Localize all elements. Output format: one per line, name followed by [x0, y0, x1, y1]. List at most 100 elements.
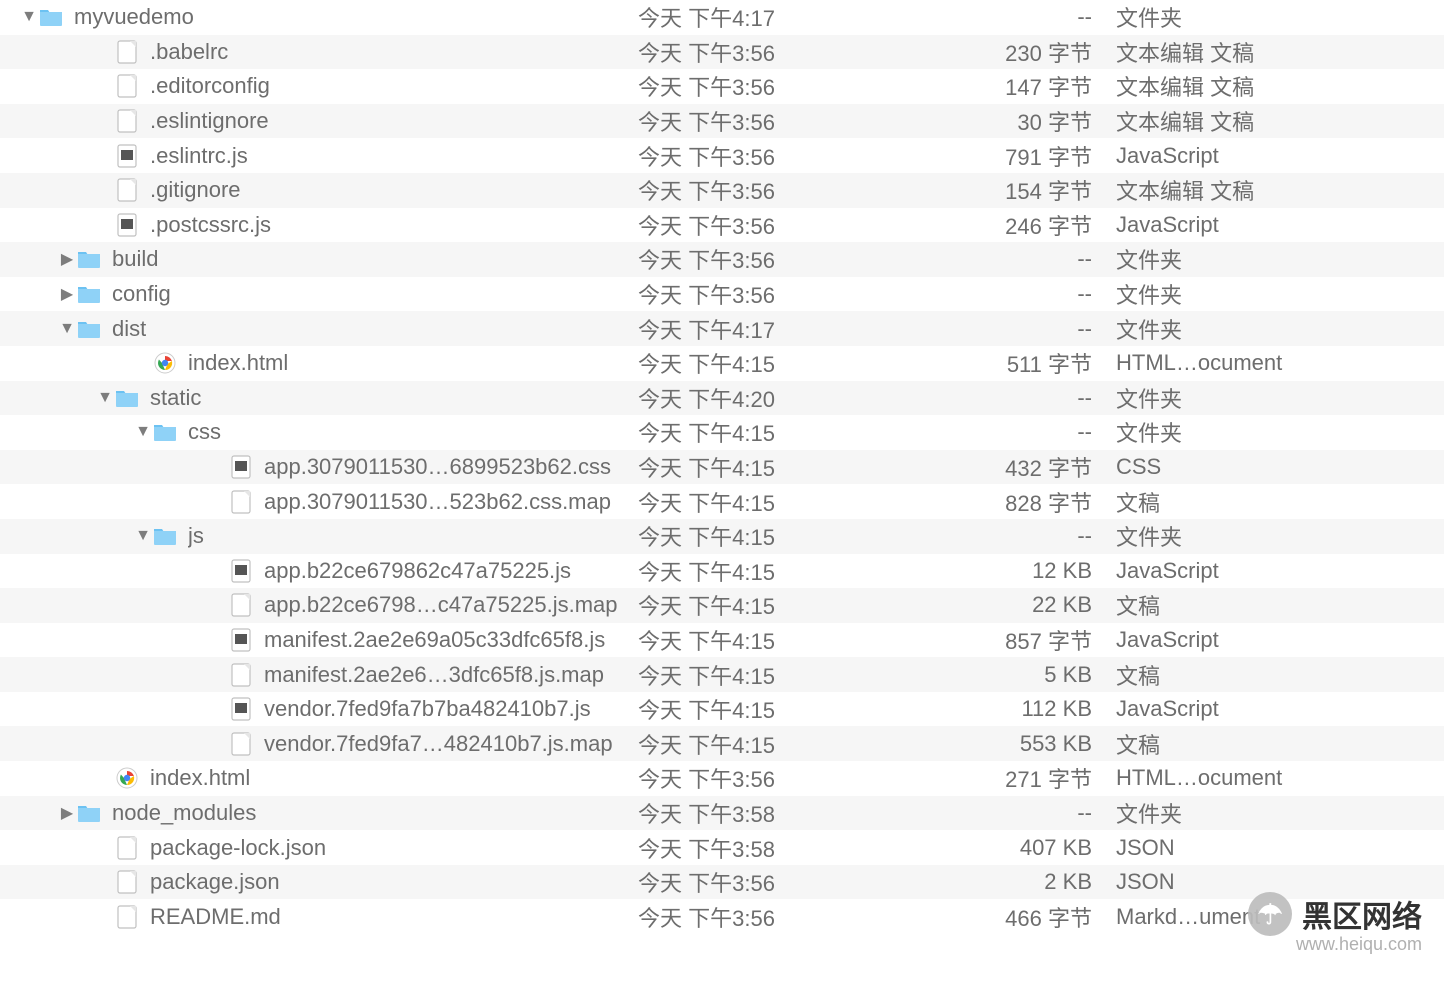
file-size: 230 字节 — [898, 36, 1116, 68]
file-size: 12 KB — [898, 558, 1116, 584]
file-row[interactable]: app.3079011530…523b62.css.map今天 下午4:1582… — [0, 484, 1444, 519]
date-modified: 今天 下午3:56 — [638, 243, 898, 275]
file-size: -- — [898, 419, 1116, 445]
file-name: README.md — [150, 904, 281, 930]
file-name: .postcssrc.js — [150, 212, 271, 238]
file-name: .gitignore — [150, 177, 241, 203]
file-name: myvuedemo — [74, 4, 194, 30]
watermark-logo-icon: ☂ — [1248, 892, 1292, 936]
file-row[interactable]: app.b22ce679862c47a75225.js今天 下午4:1512 K… — [0, 554, 1444, 589]
date-modified: 今天 下午3:56 — [638, 174, 898, 206]
file-size: 791 字节 — [898, 140, 1116, 172]
file-size: -- — [898, 281, 1116, 307]
file-kind: 文稿 — [1116, 728, 1444, 760]
name-column: README.md — [0, 904, 638, 930]
disclosure-triangle-icon[interactable]: ▼ — [134, 423, 152, 441]
disclosure-triangle-icon[interactable]: ▼ — [58, 320, 76, 338]
file-row[interactable]: app.3079011530…6899523b62.css今天 下午4:1543… — [0, 450, 1444, 485]
file-kind: 文件夹 — [1116, 243, 1444, 275]
code-file-icon — [114, 143, 140, 169]
file-row[interactable]: README.md今天 下午3:56466 字节Markd…ument — [0, 899, 1444, 934]
file-size: -- — [898, 800, 1116, 826]
disclosure-triangle-icon[interactable]: ▶ — [58, 803, 76, 823]
file-name: package.json — [150, 869, 280, 895]
file-row[interactable]: package.json今天 下午3:562 KBJSON — [0, 865, 1444, 900]
file-name: manifest.2ae2e6…3dfc65f8.js.map — [264, 662, 604, 688]
file-name: package-lock.json — [150, 835, 326, 861]
file-size: -- — [898, 4, 1116, 30]
file-row[interactable]: index.html今天 下午3:56271 字节HTML…ocument — [0, 761, 1444, 796]
date-modified: 今天 下午4:15 — [638, 555, 898, 587]
file-row[interactable]: ▼myvuedemo今天 下午4:17--文件夹 — [0, 0, 1444, 35]
file-row[interactable]: .postcssrc.js今天 下午3:56246 字节JavaScript — [0, 208, 1444, 243]
disclosure-triangle-icon[interactable]: ▼ — [96, 389, 114, 407]
file-name: dist — [112, 316, 146, 342]
name-column: vendor.7fed9fa7b7ba482410b7.js — [0, 696, 638, 722]
file-name: config — [112, 281, 171, 307]
file-row[interactable]: vendor.7fed9fa7b7ba482410b7.js今天 下午4:151… — [0, 692, 1444, 727]
file-icon — [114, 177, 140, 203]
file-kind: 文件夹 — [1116, 797, 1444, 829]
disclosure-triangle-icon[interactable]: ▶ — [58, 284, 76, 304]
date-modified: 今天 下午4:17 — [638, 1, 898, 33]
file-row[interactable]: manifest.2ae2e6…3dfc65f8.js.map今天 下午4:15… — [0, 657, 1444, 692]
file-size: -- — [898, 316, 1116, 342]
file-row[interactable]: index.html今天 下午4:15511 字节HTML…ocument — [0, 346, 1444, 381]
file-row[interactable]: manifest.2ae2e69a05c33dfc65f8.js 今天 下午4:1… — [0, 623, 1444, 658]
name-column: manifest.2ae2e69a05c33dfc65f8.js — [0, 627, 638, 653]
disclosure-triangle-icon[interactable]: ▼ — [134, 527, 152, 545]
file-kind: 文件夹 — [1116, 416, 1444, 448]
folder-icon — [152, 419, 178, 445]
file-row[interactable]: ▶build今天 下午3:56--文件夹 — [0, 242, 1444, 277]
file-icon — [114, 904, 140, 930]
name-column: app.3079011530…6899523b62.css — [0, 454, 638, 480]
name-column: ▼ dist — [0, 316, 638, 342]
code-file-icon — [228, 696, 254, 722]
file-name: css — [188, 419, 221, 445]
file-row[interactable]: app.b22ce6798…c47a75225.js.map今天 下午4:152… — [0, 588, 1444, 623]
file-row[interactable]: ▶node_modules今天 下午3:58--文件夹 — [0, 796, 1444, 831]
file-kind: 文稿 — [1116, 486, 1444, 518]
code-file-icon — [228, 454, 254, 480]
file-icon — [114, 73, 140, 99]
file-icon — [114, 39, 140, 65]
name-column: .postcssrc.js — [0, 212, 638, 238]
date-modified: 今天 下午4:15 — [638, 416, 898, 448]
file-name: manifest.2ae2e69a05c33dfc65f8.js — [264, 627, 605, 653]
file-size: -- — [898, 523, 1116, 549]
file-name: vendor.7fed9fa7b7ba482410b7.js — [264, 696, 591, 722]
chrome-icon — [152, 350, 178, 376]
file-row[interactable]: ▼static今天 下午4:20--文件夹 — [0, 381, 1444, 416]
date-modified: 今天 下午3:58 — [638, 797, 898, 829]
file-size: 432 字节 — [898, 451, 1116, 483]
file-row[interactable]: ▼ css 今天 下午4:15--文件夹 — [0, 415, 1444, 450]
file-row[interactable]: ▼dist今天 下午4:17--文件夹 — [0, 311, 1444, 346]
file-name: build — [112, 246, 158, 272]
file-row[interactable]: package-lock.json今天 下午3:58407 KBJSON — [0, 830, 1444, 865]
file-row[interactable]: .editorconfig今天 下午3:56147 字节文本编辑 文稿 — [0, 69, 1444, 104]
file-kind: CSS — [1116, 454, 1444, 480]
name-column: manifest.2ae2e6…3dfc65f8.js.map — [0, 662, 638, 688]
file-kind: HTML…ocument — [1116, 765, 1444, 791]
file-row[interactable]: ▶config今天 下午3:56--文件夹 — [0, 277, 1444, 312]
folder-icon — [76, 281, 102, 307]
name-column: .eslintrc.js — [0, 143, 638, 169]
file-row[interactable]: .babelrc今天 下午3:56230 字节文本编辑 文稿 — [0, 35, 1444, 70]
folder-icon — [38, 4, 64, 30]
file-icon — [114, 835, 140, 861]
name-column: app.3079011530…523b62.css.map — [0, 489, 638, 515]
file-row[interactable]: ▼js今天 下午4:15--文件夹 — [0, 519, 1444, 554]
file-row[interactable]: .eslintrc.js今天 下午3:56791 字节JavaScript — [0, 138, 1444, 173]
file-kind: JavaScript — [1116, 212, 1444, 238]
file-name: index.html — [150, 765, 250, 791]
file-row[interactable]: .eslintignore今天 下午3:5630 字节文本编辑 文稿 — [0, 104, 1444, 139]
date-modified: 今天 下午4:15 — [638, 624, 898, 656]
disclosure-triangle-icon[interactable]: ▶ — [58, 249, 76, 269]
disclosure-triangle-icon[interactable]: ▼ — [20, 8, 38, 26]
file-name: js — [188, 523, 204, 549]
file-icon — [228, 592, 254, 618]
file-row[interactable]: vendor.7fed9fa7…482410b7.js.map今天 下午4:15… — [0, 726, 1444, 761]
date-modified: 今天 下午3:56 — [638, 901, 898, 933]
file-row[interactable]: .gitignore今天 下午3:56154 字节文本编辑 文稿 — [0, 173, 1444, 208]
file-kind: 文件夹 — [1116, 278, 1444, 310]
